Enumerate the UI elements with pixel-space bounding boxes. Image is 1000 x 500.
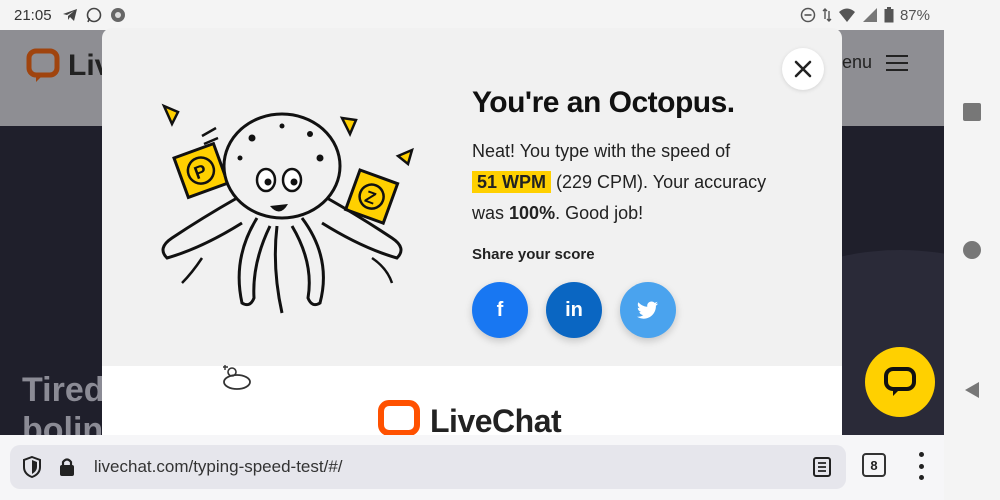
livechat-logo-icon <box>378 400 420 435</box>
cpm-text: (229 CPM). Your accuracy <box>556 172 767 192</box>
address-bar[interactable]: livechat.com/typing-speed-test/#/ <box>10 445 846 489</box>
close-button[interactable] <box>782 48 824 90</box>
linkedin-icon: in <box>565 298 583 321</box>
accuracy-suffix: . Good job! <box>555 203 644 223</box>
status-time: 21:05 <box>14 6 52 24</box>
livechat-footer-logo: LiveChat <box>378 400 562 436</box>
recents-button[interactable] <box>962 102 982 122</box>
dot <box>918 475 924 480</box>
url-text[interactable]: livechat.com/typing-speed-test/#/ <box>94 457 343 477</box>
result-prefix: Neat! You type with the speed of <box>472 141 731 161</box>
back-button[interactable] <box>962 380 982 400</box>
home-button[interactable] <box>962 240 982 260</box>
dot <box>918 463 924 469</box>
linkedin-share-button[interactable]: in <box>546 282 602 338</box>
accuracy-value: 100% <box>509 203 556 223</box>
share-label: Share your score <box>472 246 595 263</box>
accuracy-prefix: was <box>472 203 505 223</box>
hero-line-2: bolin <box>22 411 104 435</box>
facebook-icon: f <box>496 298 504 321</box>
battery-icon <box>884 7 894 23</box>
hero-line-1: Tired <box>22 371 105 409</box>
wpm-badge: 51 WPM <box>472 171 552 193</box>
facebook-share-button[interactable]: f <box>472 282 528 338</box>
status-bar: 21:05 87% <box>0 0 1000 30</box>
octopus-illustration: P Z <box>161 103 414 314</box>
data-icon <box>822 7 832 23</box>
twitter-icon <box>637 301 658 319</box>
app-icon <box>110 7 126 23</box>
background-menu: enu <box>842 52 908 73</box>
telegram-icon <box>62 7 78 23</box>
browser-toolbar: livechat.com/typing-speed-test/#/ 8 <box>0 435 944 500</box>
shield-icon[interactable] <box>22 456 42 478</box>
more-options-button[interactable] <box>916 452 926 480</box>
android-nav-bar <box>944 30 1000 500</box>
hamburger-icon <box>886 54 908 71</box>
result-modal: P Z You're an Octopus. Neat! You type wi… <box>102 28 842 435</box>
close-icon <box>794 60 812 78</box>
doodle-icon <box>223 365 251 390</box>
square-icon <box>963 103 981 121</box>
wifi-icon <box>838 7 856 23</box>
tab-count-button[interactable]: 8 <box>862 453 886 477</box>
chat-widget-button[interactable] <box>865 347 935 417</box>
livechat-logo-icon <box>26 48 60 82</box>
livechat-footer-logo-text: LiveChat <box>430 402 562 436</box>
background-menu-label: enu <box>841 52 872 72</box>
dot <box>918 452 924 457</box>
reader-view-icon[interactable] <box>812 457 832 477</box>
result-text: Neat! You type with the speed of 51 WPM … <box>472 136 802 229</box>
background-hero-text: Tired bolin <box>22 370 105 435</box>
dnd-icon <box>800 7 816 23</box>
lock-icon[interactable] <box>58 457 76 477</box>
signal-icon <box>862 7 878 23</box>
twitter-share-button[interactable] <box>620 282 676 338</box>
circle-icon <box>963 241 981 259</box>
chat-icon <box>884 367 916 396</box>
triangle-back-icon <box>965 382 979 398</box>
background-logo: Liv <box>26 48 111 84</box>
result-heading: You're an Octopus. <box>472 86 735 119</box>
whatsapp-icon <box>86 7 102 23</box>
battery-percent: 87% <box>899 6 930 24</box>
share-buttons: f in <box>472 282 676 338</box>
